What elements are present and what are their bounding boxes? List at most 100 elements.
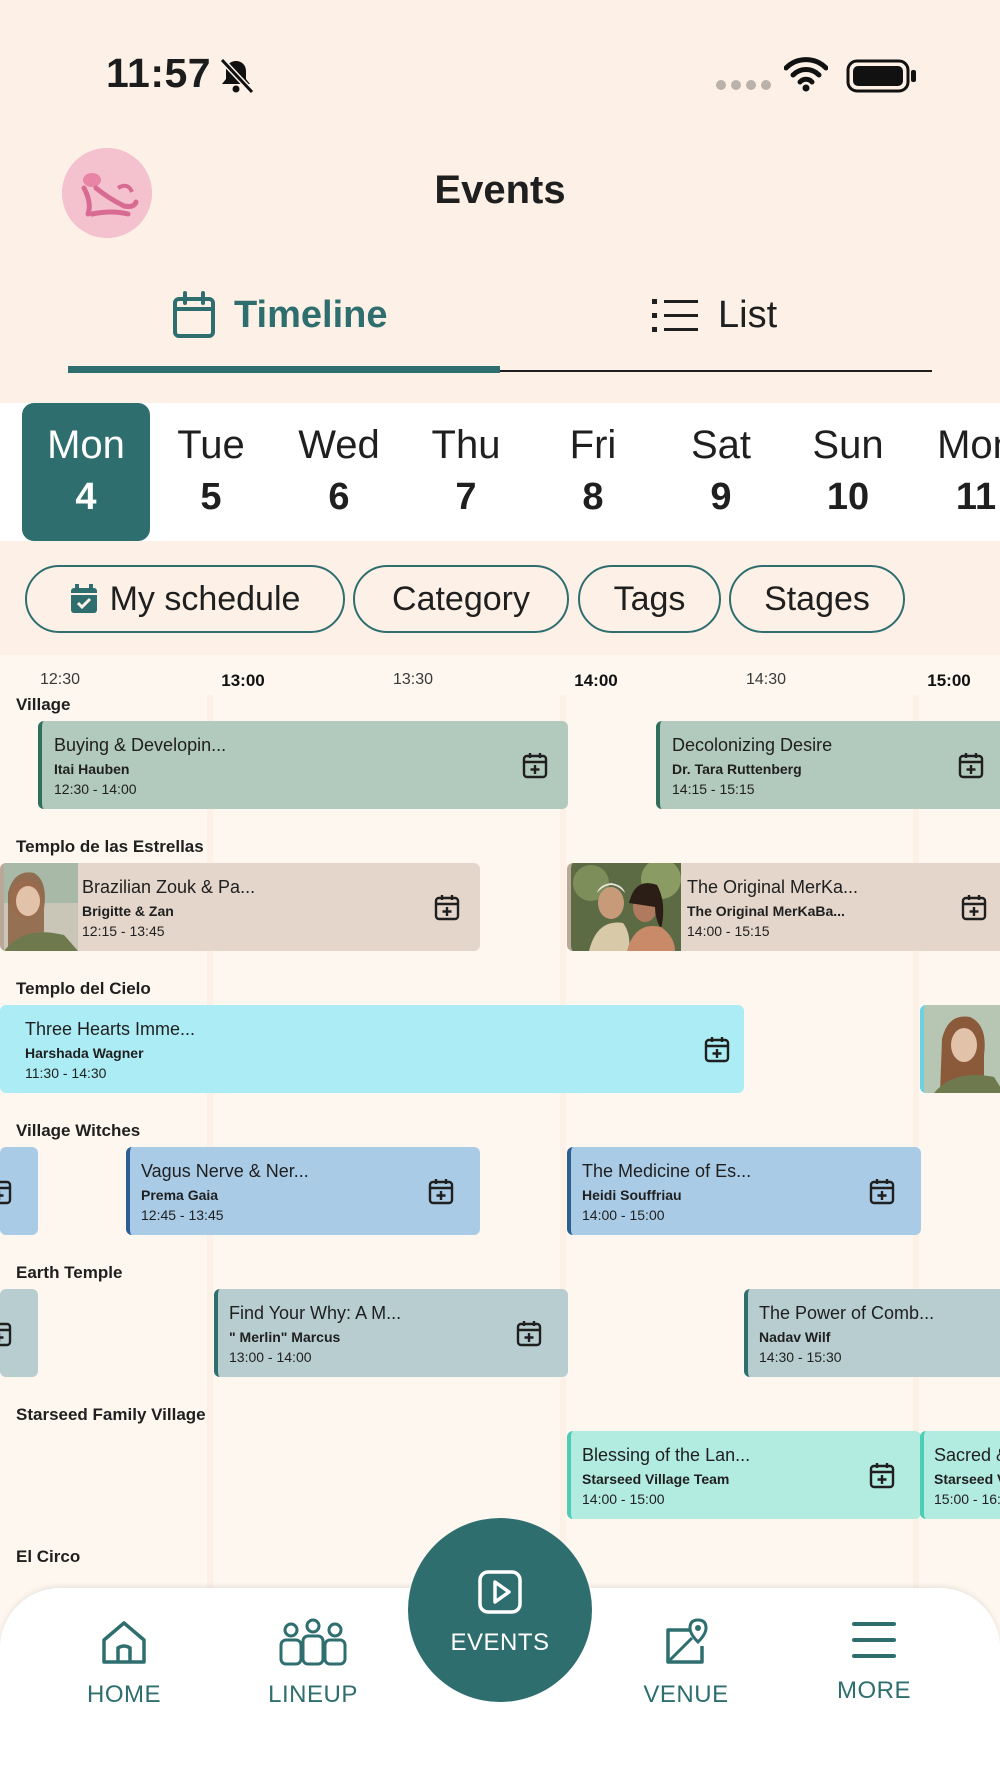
add-to-calendar-icon[interactable] [958,751,984,779]
day-fri-8[interactable]: Fri 8 [529,403,657,541]
event-card[interactable] [920,1005,1000,1093]
event-time: 11:30 - 14:30 [25,1065,107,1081]
calendar-icon [173,291,215,338]
nav-events[interactable]: EVENTS [408,1518,592,1702]
day-name: Tue [177,423,245,467]
event-time: 13:00 - 14:00 [229,1349,312,1365]
event-title: Three Hearts Imme... [25,1019,196,1039]
day-number: 9 [710,476,732,518]
add-to-calendar-icon[interactable] [0,1177,12,1205]
event-title: The Original MerKa... [687,877,859,897]
add-to-calendar-icon[interactable] [428,1177,454,1205]
event-artist: " Merlin" Marcus [229,1329,341,1345]
nav-more[interactable]: MORE [804,1618,944,1705]
stages-filter[interactable]: Stages [729,565,905,633]
event-card[interactable]: Brazilian Zouk & Pa... Brigitte & Zan 12… [0,863,480,951]
add-to-calendar-icon[interactable] [0,1319,12,1347]
artist-photo [4,863,78,951]
signal-icon [716,80,771,90]
time-tick: 15:00 [927,671,971,690]
day-wed-6[interactable]: Wed 6 [275,403,403,541]
my-schedule-filter[interactable]: My schedule [25,565,345,633]
status-time: 11:57 [106,50,212,96]
event-artist: Heidi Souffriau [582,1187,682,1203]
event-artist: The Original MerKaBa... [687,903,845,919]
time-tick: 12:30 [39,671,81,688]
event-card[interactable]: The Original MerKa... The Original MerKa… [567,863,1000,951]
event-title: The Medicine of Es... [582,1161,752,1181]
day-name: Fri [569,423,617,467]
event-card[interactable]: Three Hearts Imme... Harshada Wagner 11:… [0,1005,744,1093]
tab-timeline-label: Timeline [234,293,388,336]
nav-venue[interactable]: VENUE [616,1618,756,1709]
event-time: 14:00 - 15:15 [687,923,770,939]
event-card[interactable]: Sacred & Starseed V 15:00 - 16: [920,1431,1000,1519]
timeline-grid[interactable]: 12:30 13:00 13:30 14:00 14:30 15:00 Vill… [0,655,1000,1665]
event-card[interactable] [0,1289,38,1377]
day-tue-5[interactable]: Tue 5 [147,403,275,541]
event-artist: Nadav Wilf [759,1329,831,1345]
home-icon [102,1621,146,1664]
time-tick: 14:30 [745,671,787,688]
add-to-calendar-icon[interactable] [522,751,548,779]
nav-home[interactable]: HOME [54,1618,194,1709]
day-thu-7[interactable]: Thu 7 [402,403,530,541]
date-strip[interactable]: Mon 4 Tue 5 Wed 6 Thu 7 Fri 8 Sat 9 Sun … [0,403,1000,541]
day-number: 11 [955,476,997,518]
event-time: 12:30 - 14:00 [54,781,137,797]
day-mon-4[interactable]: Mon 4 [22,403,150,541]
event-card[interactable]: The Medicine of Es... Heidi Souffriau 14… [567,1147,921,1235]
event-title: Buying & Developin... [54,735,227,755]
nav-lineup[interactable]: LINEUP [243,1618,383,1709]
event-time: 14:15 - 15:15 [672,781,755,797]
event-card[interactable]: Blessing of the Lan... Starseed Village … [567,1431,921,1519]
event-time: 15:00 - 16: [934,1491,1000,1507]
event-title: Find Your Why: A M... [229,1303,402,1323]
tab-list-label: List [718,293,778,336]
day-sun-10[interactable]: Sun 10 [784,403,912,541]
day-number: 8 [582,476,604,518]
event-card[interactable]: Find Your Why: A M... " Merlin" Marcus 1… [214,1289,568,1377]
event-card[interactable] [0,1147,38,1235]
event-time: 14:00 - 15:00 [582,1491,665,1507]
event-title: Blessing of the Lan... [582,1445,751,1465]
tags-label: Tags [613,579,686,618]
time-tick: 13:00 [221,671,265,690]
page-title: Events [434,168,566,212]
day-name: Thu [431,423,501,467]
add-to-calendar-icon[interactable] [704,1035,730,1063]
tab-timeline[interactable]: Timeline [172,280,387,350]
event-card[interactable]: Vagus Nerve & Ner... Prema Gaia 12:45 - … [126,1147,480,1235]
event-title: Brazilian Zouk & Pa... [82,877,256,897]
day-name: Sat [690,423,752,467]
event-time: 12:15 - 13:45 [82,923,165,939]
event-artist: Harshada Wagner [25,1045,144,1061]
time-tick: 13:30 [392,671,434,688]
day-number: 10 [826,476,870,518]
add-to-calendar-icon[interactable] [434,893,460,921]
add-to-calendar-icon[interactable] [961,893,987,921]
event-card[interactable]: The Power of Comb... Nadav Wilf 14:30 - … [744,1289,1000,1377]
tags-filter[interactable]: Tags [578,565,721,633]
nav-home-label: HOME [87,1681,161,1708]
event-time: 12:45 - 13:45 [141,1207,224,1223]
artist-photo [924,1005,1000,1093]
bell-muted-icon [219,57,255,95]
day-name: Mon [47,423,125,467]
add-to-calendar-icon[interactable] [869,1177,895,1205]
event-card[interactable]: Buying & Developin... Itai Hauben 12:30 … [38,721,568,809]
nav-more-label: MORE [837,1677,911,1704]
tab-active-indicator [68,366,500,373]
map-pin-icon [666,1618,708,1664]
event-card[interactable]: Decolonizing Desire Dr. Tara Ruttenberg … [656,721,1000,809]
tab-list[interactable]: List [652,280,777,350]
category-filter[interactable]: Category [353,565,569,633]
day-mon-11[interactable]: Mon 11 [912,403,1000,541]
artist-photo [571,863,681,951]
nav-events-label: EVENTS [450,1629,550,1656]
day-sat-9[interactable]: Sat 9 [657,403,785,541]
stage-label: Templo de las Estrellas [16,837,204,856]
add-to-calendar-icon[interactable] [869,1461,895,1489]
list-icon [652,299,698,332]
add-to-calendar-icon[interactable] [516,1319,542,1347]
